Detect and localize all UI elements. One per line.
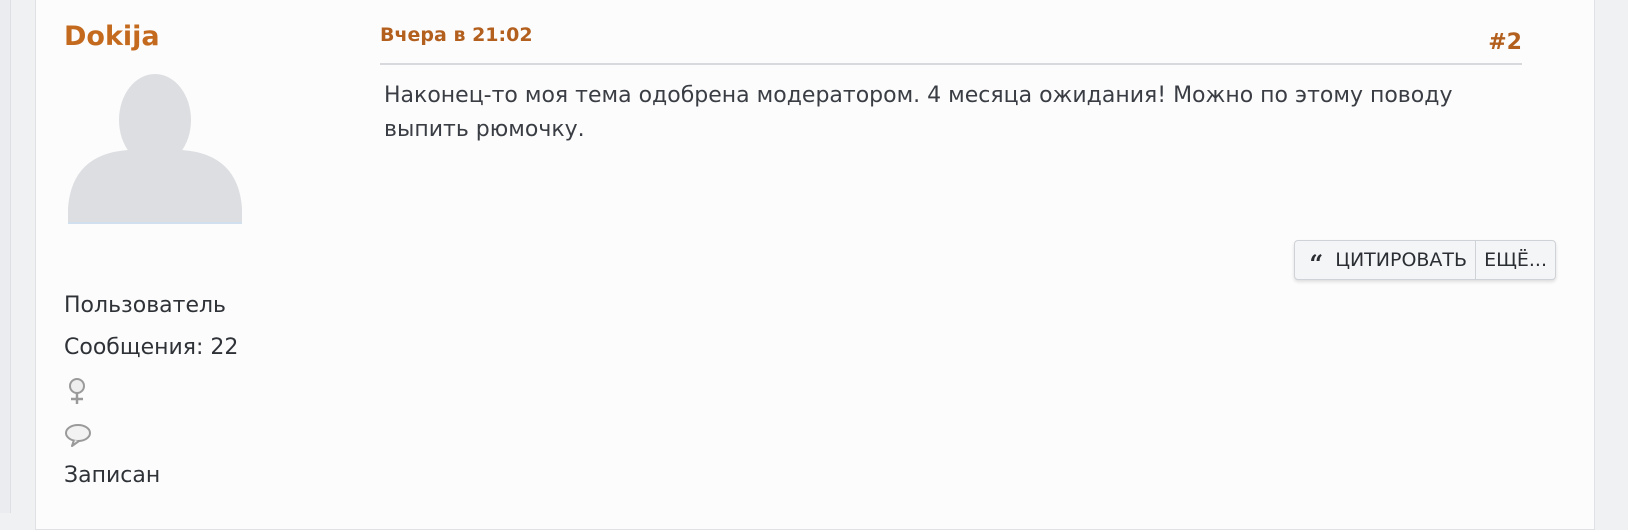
post-header: Вчера в 21:02 #2 <box>380 20 1522 65</box>
quote-icon: “ <box>1309 249 1324 278</box>
quote-button-label: ЦИТИРОВАТЬ <box>1335 249 1468 271</box>
quote-button[interactable]: “ ЦИТИРОВАТЬ <box>1295 241 1477 279</box>
more-button[interactable]: ЕЩЁ... <box>1476 241 1555 279</box>
user-registered-label: Записан <box>64 463 161 488</box>
post-content: Вчера в 21:02 #2 Наконец-то моя тема одо… <box>380 20 1522 147</box>
speech-bubble-icon[interactable] <box>64 423 92 447</box>
user-post-count: Сообщения: 22 <box>64 335 239 360</box>
page-left-strip <box>0 0 11 513</box>
avatar-placeholder-icon[interactable] <box>64 74 246 224</box>
user-role: Пользователь <box>64 293 227 318</box>
post-actions: “ ЦИТИРОВАТЬ ЕЩЁ... <box>1294 240 1556 280</box>
post-number-link[interactable]: #2 <box>1488 30 1522 55</box>
more-button-label: ЕЩЁ... <box>1484 249 1547 271</box>
author-panel: Dokija Пользователь Сообщения: 22 Записа… <box>64 20 284 488</box>
female-symbol-icon <box>69 378 85 404</box>
post-body-text: Наконец-то моя тема одобрена модератором… <box>384 83 1453 142</box>
post-date-link[interactable]: Вчера в 21:02 <box>380 24 533 46</box>
author-name-link[interactable]: Dokija <box>64 20 284 54</box>
post-card: Dokija Пользователь Сообщения: 22 Записа… <box>35 0 1595 530</box>
